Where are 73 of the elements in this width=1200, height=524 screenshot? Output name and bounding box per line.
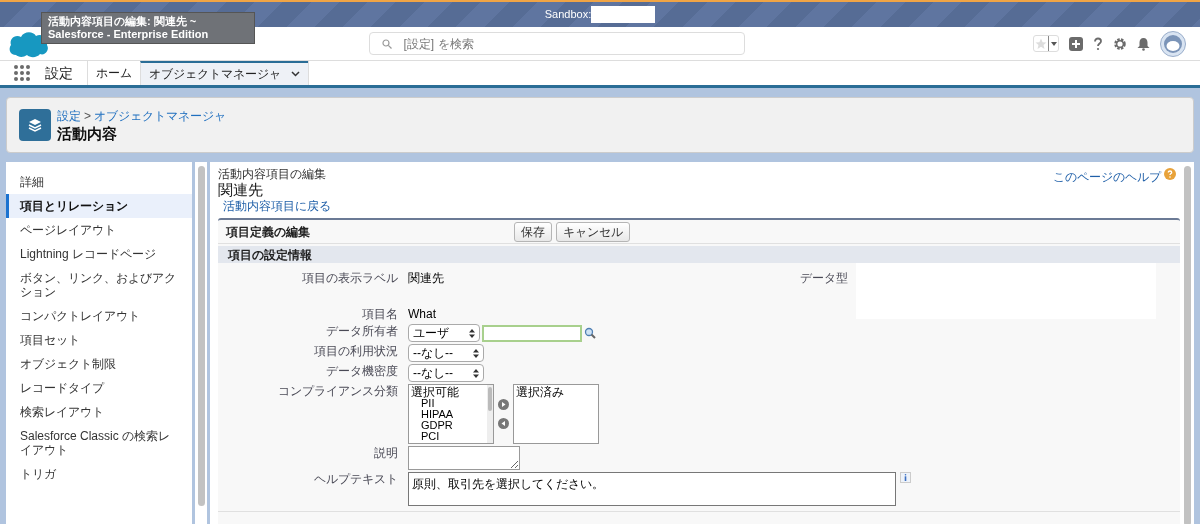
sidebar-item[interactable]: オブジェクト制限 xyxy=(6,352,192,376)
lookup-icon[interactable] xyxy=(584,327,596,339)
sidebar-scrollbar[interactable] xyxy=(195,162,207,524)
field-value: 関連先 xyxy=(408,270,444,287)
field-label: 説明 xyxy=(373,446,398,461)
breadcrumb-link[interactable]: オブジェクトマネージャ xyxy=(94,107,226,125)
layers-icon xyxy=(19,109,51,141)
help-icon[interactable] xyxy=(1093,36,1103,51)
breadcrumb-link[interactable]: 設定 xyxy=(57,107,81,125)
field-label: 項目の利用状況 xyxy=(313,344,398,359)
sidebar-item[interactable]: 詳細 xyxy=(6,170,192,194)
field-label: コンプライアンス分類 xyxy=(277,384,398,399)
sidebar-item[interactable]: 項目セット xyxy=(6,328,192,352)
list-header: 選択可能 xyxy=(411,386,460,398)
section-title: 項目定義の編集 xyxy=(224,223,311,241)
sidebar-item[interactable]: 項目とリレーション xyxy=(6,194,192,218)
list-option[interactable]: HIPAA xyxy=(411,409,485,420)
sidebar-item[interactable]: トリガ xyxy=(6,462,192,486)
lookup-input[interactable] xyxy=(482,324,582,342)
form-button[interactable]: キャンセル xyxy=(556,221,630,242)
search-icon xyxy=(381,38,392,49)
updown-icon xyxy=(473,368,479,378)
available-listbox[interactable]: 選択可能 PII HIPAA GDPR PCI xyxy=(408,384,494,444)
field-value: What xyxy=(408,307,436,322)
list-option[interactable]: PCI xyxy=(411,431,485,442)
search-field[interactable]: [設定] を検索 xyxy=(368,32,745,55)
nav-tab[interactable]: オブジェクトマネージャ xyxy=(140,61,308,85)
list-header: 選択済み xyxy=(516,385,564,399)
selected-listbox[interactable]: 選択済み xyxy=(513,384,599,444)
tooltip: 活動内容項目の編集: 関連先 ~ Salesforce - Enterprise Edition xyxy=(41,12,255,44)
updown-icon xyxy=(469,328,475,338)
field-label: 項目名 xyxy=(361,307,398,322)
page-title: 活動内容 xyxy=(57,125,118,143)
description-field[interactable] xyxy=(408,446,520,470)
sidebar-item[interactable]: Salesforce Classic の検索レイアウト xyxy=(6,424,192,462)
field-label: データ機密度 xyxy=(325,364,398,379)
app-name: 設定 xyxy=(45,63,74,83)
avatar-icon[interactable] xyxy=(1160,30,1186,57)
updown-icon xyxy=(473,348,479,358)
sidebar-item[interactable]: ボタン、リンク、およびアクション xyxy=(6,266,192,304)
select-field[interactable]: --なし-- xyxy=(408,364,484,382)
field-label: データ型 xyxy=(799,270,848,287)
page-subtitle: 活動内容項目の編集 xyxy=(218,168,327,181)
sandbox-label: Sandbox: xyxy=(544,7,592,23)
chevron-down-icon[interactable] xyxy=(291,71,300,77)
caret-icon[interactable] xyxy=(1048,36,1058,51)
record-title: 関連先 xyxy=(218,181,264,198)
select-field[interactable]: --なし-- xyxy=(408,344,484,362)
subsection-bar: 項目の設定情報 xyxy=(218,246,1180,263)
sidebar-item[interactable]: レコードタイプ xyxy=(6,376,192,400)
sandbox-name-box xyxy=(591,6,656,23)
info-icon[interactable] xyxy=(900,472,911,483)
breadcrumb-separator: > xyxy=(84,108,91,125)
sidebar-item[interactable]: コンパクトレイアウト xyxy=(6,304,192,328)
form-button[interactable]: 保存 xyxy=(514,221,552,242)
back-link[interactable]: 活動内容項目に戻る xyxy=(218,199,331,213)
list-option[interactable]: PII xyxy=(411,398,485,409)
select-field[interactable]: ユーザ xyxy=(408,324,480,342)
field-label: 項目の表示ラベル xyxy=(301,270,398,287)
sidebar-item[interactable]: ページレイアウト xyxy=(6,218,192,242)
settings-icon[interactable] xyxy=(1113,36,1127,51)
sidebar-item[interactable]: 検索レイアウト xyxy=(6,400,192,424)
scrollbar[interactable] xyxy=(487,385,493,443)
help-text-field[interactable]: 原則、取引先を選択してください。 xyxy=(408,472,896,506)
help-icon xyxy=(1164,168,1176,180)
field-label: ヘルプテキスト xyxy=(313,472,398,487)
add-icon[interactable] xyxy=(1069,36,1083,51)
field-label: データ所有者 xyxy=(325,324,398,339)
list-option[interactable]: GDPR xyxy=(411,420,485,431)
bell-icon[interactable] xyxy=(1137,36,1150,51)
sidebar-item[interactable]: Lightning レコードページ xyxy=(6,242,192,266)
app-launcher-icon[interactable] xyxy=(14,65,30,81)
help-link[interactable]: このページのヘルプ xyxy=(1053,168,1161,186)
